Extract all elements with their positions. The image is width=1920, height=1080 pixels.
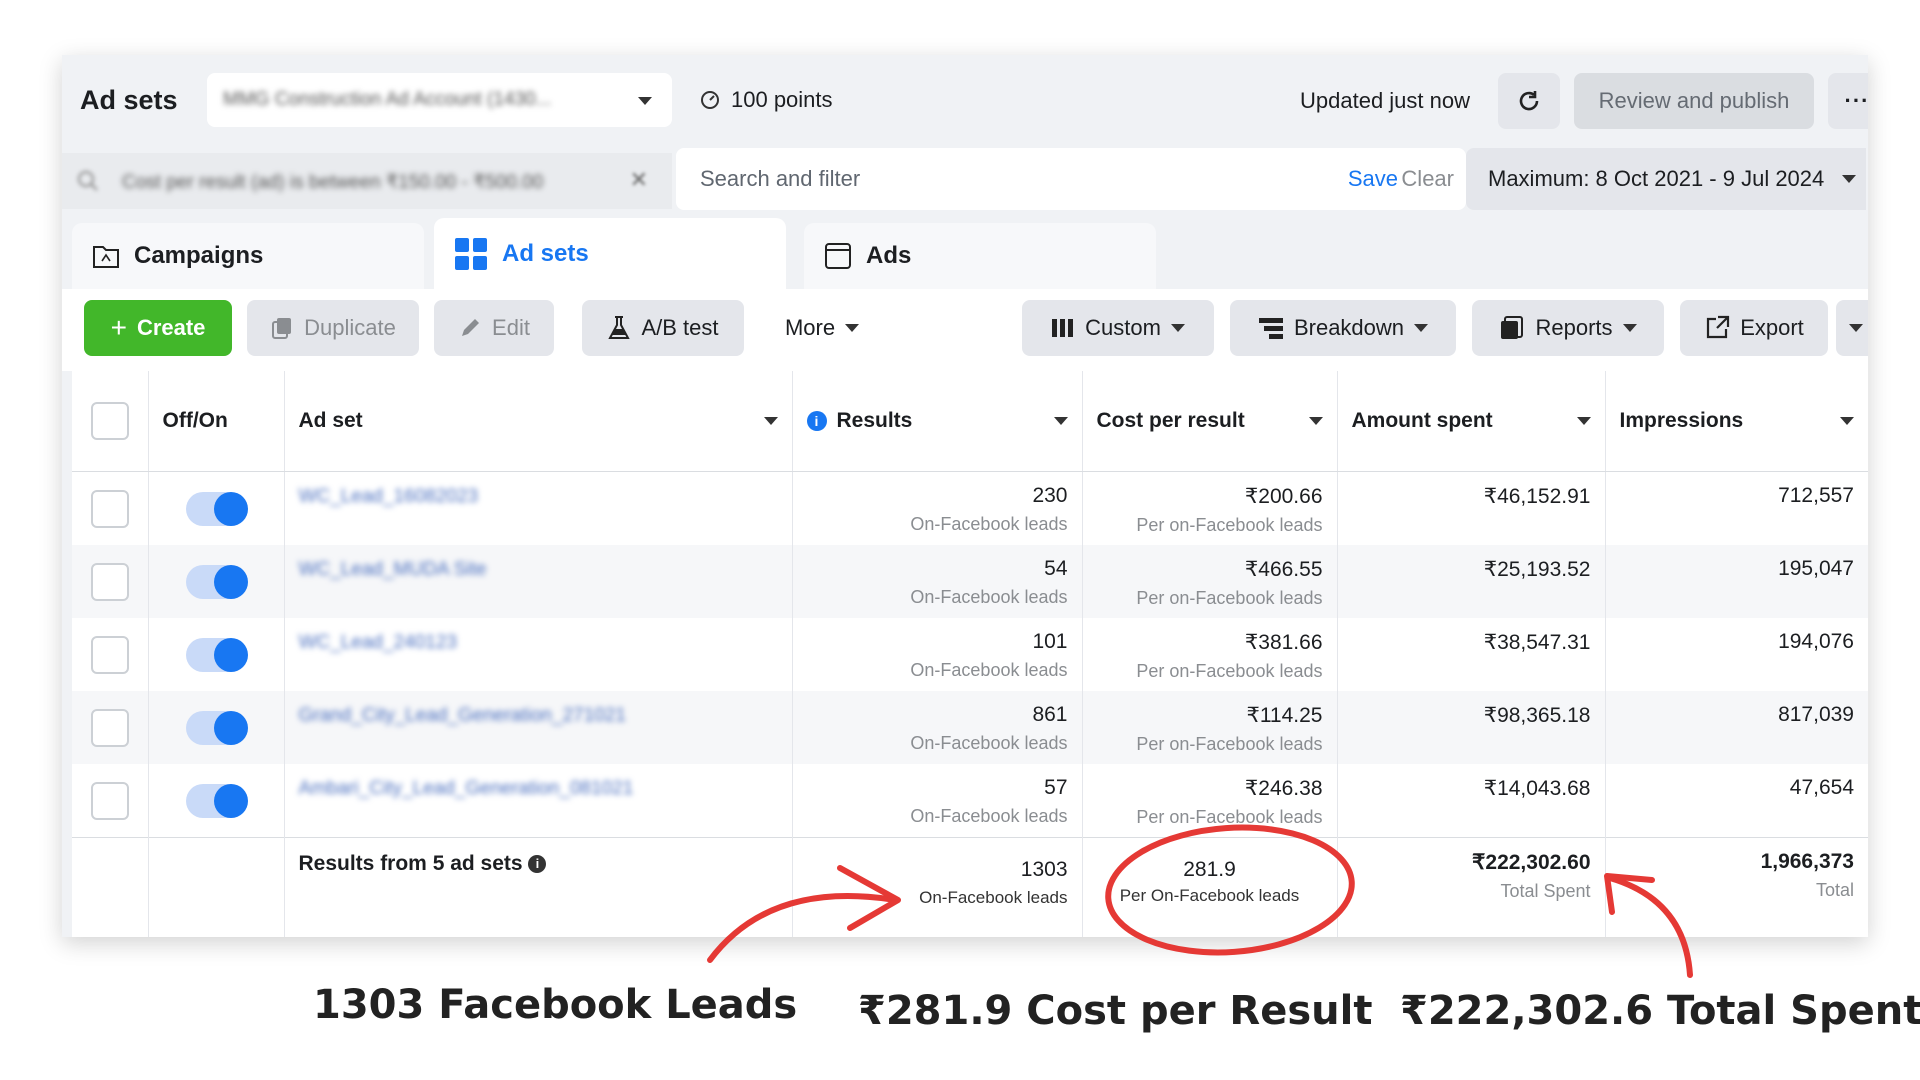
annotation-total-spent: ₹222,302.6 Total Spent bbox=[1400, 988, 1920, 1034]
arrow-spent bbox=[1607, 875, 1693, 978]
arrow-leads bbox=[707, 893, 898, 963]
annotation-overlay bbox=[707, 824, 1693, 978]
annotation-cost-per-result: ₹281.9 Cost per Result bbox=[858, 988, 1373, 1034]
highlight-circle bbox=[1105, 824, 1355, 956]
annotation-leads: 1303 Facebook Leads bbox=[313, 982, 798, 1028]
